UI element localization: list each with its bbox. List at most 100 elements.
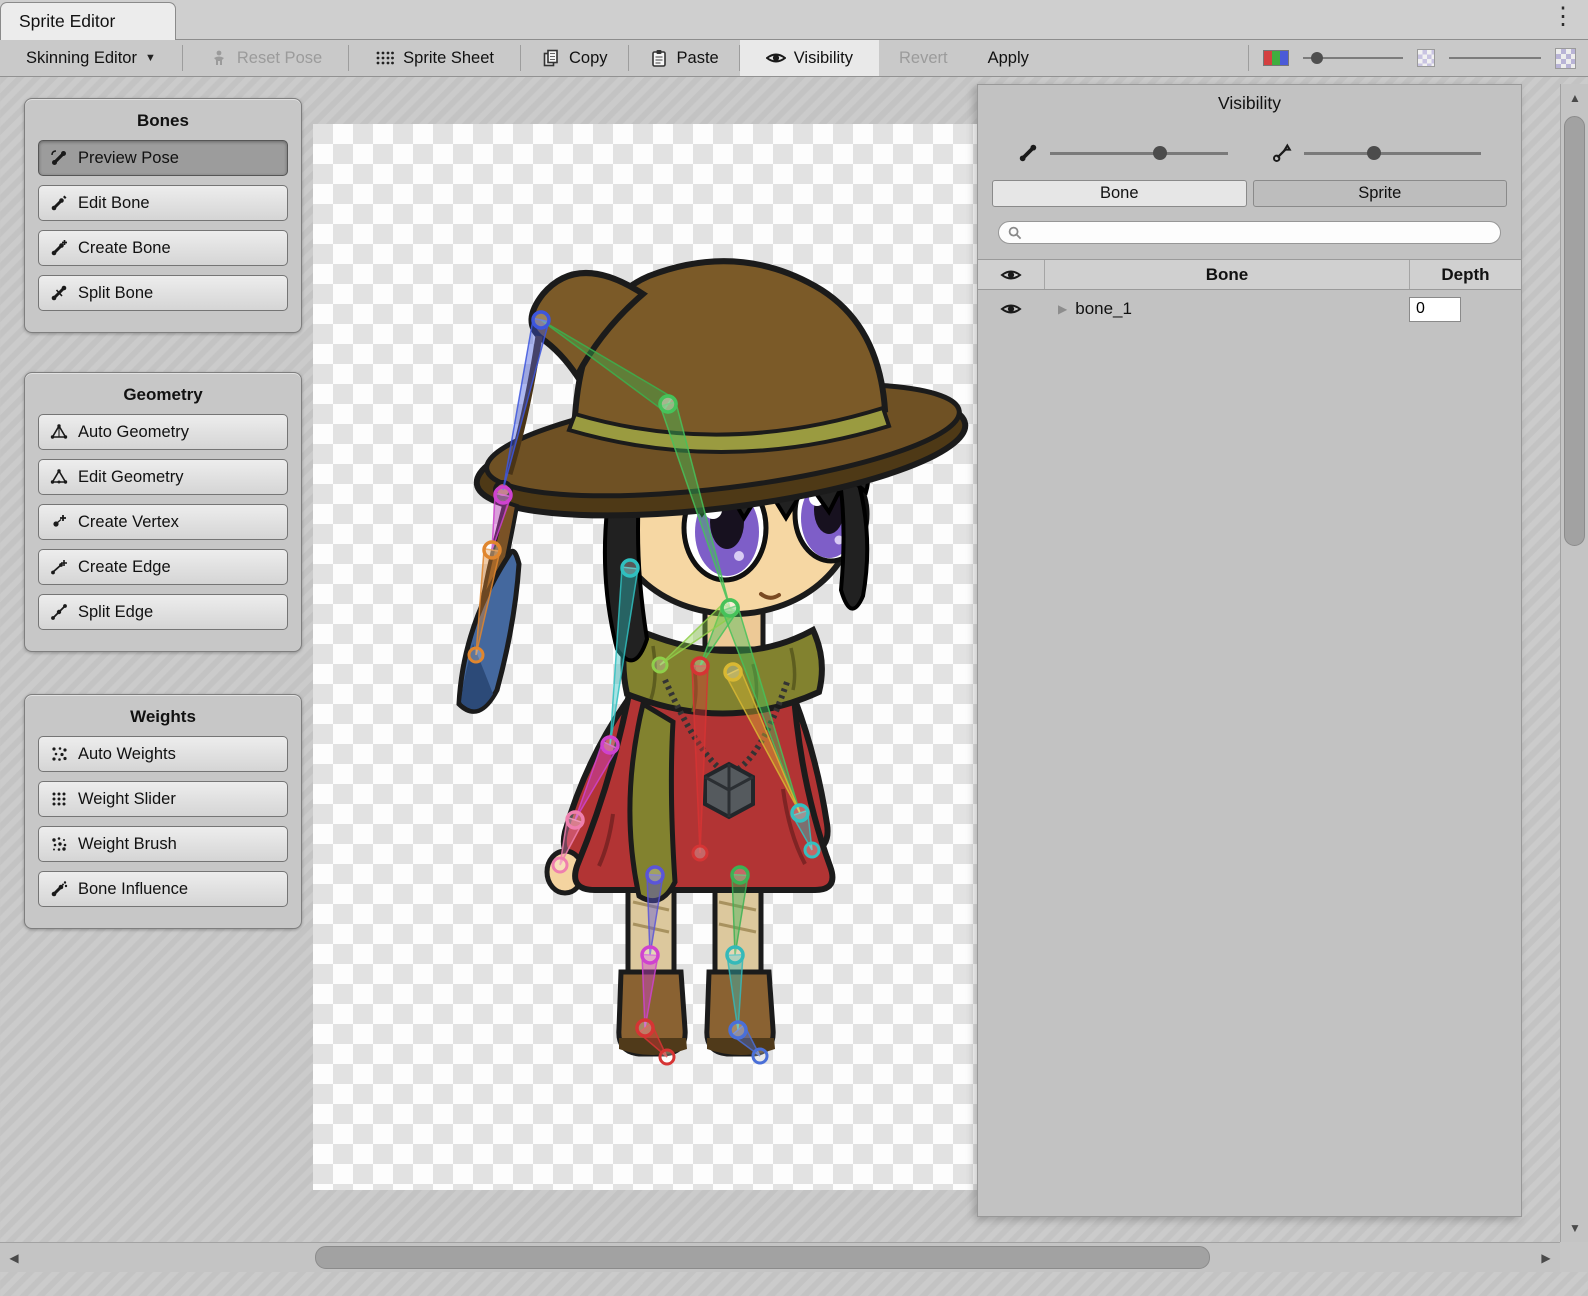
edit-geometry-icon [49, 468, 69, 486]
preview-pose-label: Preview Pose [78, 149, 179, 168]
copy-button[interactable]: Copy [521, 40, 628, 76]
geometry-panel: Geometry Auto Geometry Edit Geometry Cre… [24, 372, 302, 652]
weight-slider-label: Weight Slider [78, 790, 176, 809]
auto-geometry-button[interactable]: Auto Geometry [38, 414, 288, 450]
zoom-slider[interactable] [1449, 51, 1541, 65]
sprite-sheet-button[interactable]: Sprite Sheet [349, 40, 520, 76]
apply-label: Apply [988, 49, 1029, 68]
split-bone-button[interactable]: Split Bone [38, 275, 288, 311]
transparency-checker-icon[interactable] [1417, 49, 1435, 67]
apply-button[interactable]: Apply [968, 40, 1049, 76]
header-eye-icon[interactable] [978, 268, 1044, 282]
sprite-bone-icon [1272, 144, 1292, 162]
weight-brush-button[interactable]: Weight Brush [38, 826, 288, 862]
weight-brush-icon [49, 835, 69, 853]
create-edge-button[interactable]: Create Edge [38, 549, 288, 585]
bones-panel: Bones Preview Pose Edit Bone Create Bone… [24, 98, 302, 333]
table-header: Bone Depth [978, 259, 1521, 290]
bone-opacity-slider[interactable] [1018, 144, 1228, 162]
auto-geometry-icon [49, 423, 69, 441]
revert-label: Revert [899, 49, 948, 68]
weight-slider-button[interactable]: Weight Slider [38, 781, 288, 817]
vertical-scrollbar-thumb[interactable] [1564, 116, 1585, 546]
scroll-right-icon[interactable]: ▶ [1532, 1244, 1560, 1272]
table-row[interactable]: ▶ bone_1 [978, 290, 1521, 328]
tab-sprite[interactable]: Sprite [1253, 180, 1508, 207]
auto-weights-button[interactable]: Auto Weights [38, 736, 288, 772]
create-bone-button[interactable]: Create Bone [38, 230, 288, 266]
tab-bone[interactable]: Bone [992, 180, 1247, 207]
visibility-panel: Visibility Bone Sprite Bone Depth [977, 84, 1522, 1217]
weight-brush-label: Weight Brush [78, 835, 177, 854]
visibility-button[interactable]: Visibility [740, 40, 879, 76]
split-bone-icon [49, 284, 69, 302]
mode-dropdown[interactable]: Skinning Editor ▼ [0, 40, 182, 76]
bones-panel-title: Bones [38, 111, 288, 131]
bone-influence-icon [49, 880, 69, 898]
create-vertex-icon [49, 513, 69, 531]
row-visibility-toggle[interactable] [978, 302, 1044, 316]
clipboard-icon [649, 49, 669, 67]
pendant [705, 764, 753, 817]
edit-geometry-button[interactable]: Edit Geometry [38, 459, 288, 495]
hat [470, 261, 971, 537]
window-tab-bar: Sprite Editor ⋮ [0, 0, 1588, 40]
mode-dropdown-label: Skinning Editor [26, 49, 137, 68]
search-input[interactable] [1028, 224, 1491, 241]
preview-pose-icon [49, 149, 69, 167]
chevron-down-icon: ▼ [145, 52, 156, 64]
person-icon [209, 49, 229, 67]
bone-influence-button[interactable]: Bone Influence [38, 871, 288, 907]
scroll-up-icon[interactable]: ▲ [1561, 84, 1588, 112]
tab-sprite-editor[interactable]: Sprite Editor [0, 2, 176, 40]
split-edge-icon [49, 603, 69, 621]
bone-icon [1018, 144, 1038, 162]
reset-pose-button[interactable]: Reset Pose [183, 40, 348, 76]
search-box[interactable] [998, 221, 1501, 244]
edit-bone-label: Edit Bone [78, 194, 150, 213]
depth-input[interactable] [1409, 297, 1461, 322]
sprite-canvas[interactable] [313, 124, 977, 1190]
create-edge-icon [49, 558, 69, 576]
foldout-triangle-icon[interactable]: ▶ [1058, 302, 1067, 316]
character-sprite [313, 124, 977, 1190]
edit-geometry-label: Edit Geometry [78, 468, 183, 487]
scroll-left-icon[interactable]: ◀ [0, 1244, 28, 1272]
alpha-slider[interactable] [1303, 51, 1403, 65]
sprite-opacity-slider[interactable] [1272, 144, 1482, 162]
copy-label: Copy [569, 49, 608, 68]
weight-slider-icon [49, 790, 69, 808]
transparency-checker-icon[interactable] [1555, 48, 1576, 69]
kebab-menu-icon[interactable]: ⋮ [1550, 2, 1576, 31]
opacity-sliders [1018, 144, 1481, 162]
toolbar-right-controls [1248, 40, 1588, 76]
tab-label: Sprite Editor [19, 11, 115, 32]
grid-icon [375, 49, 395, 67]
auto-geometry-label: Auto Geometry [78, 423, 189, 442]
revert-button[interactable]: Revert [879, 40, 968, 76]
split-edge-button[interactable]: Split Edge [38, 594, 288, 630]
eye-icon [766, 49, 786, 67]
create-vertex-button[interactable]: Create Vertex [38, 504, 288, 540]
column-header-bone[interactable]: Bone [1044, 260, 1409, 289]
vertical-scrollbar[interactable]: ▲ ▼ [1560, 84, 1588, 1242]
create-vertex-label: Create Vertex [78, 513, 179, 532]
edit-bone-button[interactable]: Edit Bone [38, 185, 288, 221]
horizontal-scrollbar[interactable]: ◀ ▶ [0, 1242, 1560, 1272]
split-bone-label: Split Bone [78, 284, 153, 303]
auto-weights-label: Auto Weights [78, 745, 176, 764]
preview-pose-button[interactable]: Preview Pose [38, 140, 288, 176]
scroll-down-icon[interactable]: ▼ [1561, 1214, 1588, 1242]
paste-button[interactable]: Paste [629, 40, 739, 76]
split-edge-label: Split Edge [78, 603, 153, 622]
column-header-depth[interactable]: Depth [1409, 260, 1521, 289]
create-edge-label: Create Edge [78, 558, 171, 577]
toolbar: Skinning Editor ▼ Reset Pose Sprite Shee… [0, 40, 1588, 77]
rgb-channels-icon[interactable] [1263, 50, 1289, 66]
weights-panel: Weights Auto Weights Weight Slider Weigh… [24, 694, 302, 929]
horizontal-scrollbar-thumb[interactable] [315, 1246, 1210, 1269]
visibility-tabs: Bone Sprite [992, 180, 1507, 207]
scrollbar-corner [1560, 1242, 1588, 1272]
visibility-label: Visibility [794, 49, 853, 68]
reset-pose-label: Reset Pose [237, 49, 322, 68]
